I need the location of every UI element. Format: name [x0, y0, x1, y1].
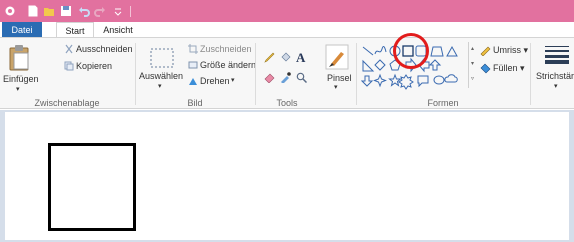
star-five-shape-icon: [388, 73, 402, 87]
fill-label: Füllen: [493, 63, 518, 73]
scissors-icon[interactable]: [64, 44, 74, 54]
paste-dropdown-icon[interactable]: ▾: [16, 85, 20, 93]
crop-icon[interactable]: [188, 44, 198, 54]
rotate-icon[interactable]: [188, 76, 198, 86]
arrow-up-shape-icon: [428, 59, 442, 71]
resize-icon[interactable]: [188, 60, 198, 70]
group-separator: [530, 43, 531, 105]
rotate-dropdown-icon[interactable]: ▾: [231, 76, 235, 84]
undo-icon[interactable]: [78, 5, 90, 17]
copy-icon[interactable]: [64, 61, 74, 71]
outline-button[interactable]: Umriss ▾: [493, 45, 528, 56]
paste-icon[interactable]: [8, 44, 32, 72]
polygon-shape-icon: [430, 46, 444, 57]
ribbon-tabs: Datei Start Ansicht: [0, 22, 574, 38]
title-bar: [0, 0, 574, 22]
stroke-size-dropdown-icon[interactable]: ▾: [554, 82, 558, 90]
diamond-shape-icon: [374, 59, 386, 71]
stroke-size-label[interactable]: Strichstärke: [536, 71, 574, 81]
stroke-size-icon[interactable]: [545, 45, 569, 65]
callout-cloud-shape-icon: [444, 74, 458, 83]
text-tool-icon[interactable]: A: [296, 50, 305, 66]
tools-group-label: Tools: [276, 98, 298, 108]
group-separator: [255, 43, 256, 105]
tab-view[interactable]: Ansicht: [98, 22, 138, 38]
eraser-icon[interactable]: [264, 72, 275, 83]
select-icon[interactable]: [150, 48, 174, 68]
customize-menu-icon[interactable]: [112, 5, 124, 17]
paint-app-icon[interactable]: [4, 5, 16, 17]
open-icon[interactable]: [43, 5, 55, 17]
select-dropdown-icon[interactable]: ▾: [158, 82, 162, 90]
star-four-shape-icon: [373, 73, 387, 88]
group-separator: [135, 43, 136, 105]
drawing-canvas[interactable]: [5, 112, 569, 240]
shapes-scroll[interactable]: ▴ ▾ ▿: [468, 42, 476, 88]
rectangle-tool-highlight: [393, 33, 429, 69]
pencil-icon[interactable]: [264, 52, 275, 63]
drawn-rectangle[interactable]: [48, 143, 136, 231]
crop-button[interactable]: Zuschneiden: [200, 44, 252, 54]
save-icon[interactable]: [60, 5, 72, 17]
group-separator: [356, 43, 357, 105]
triangle-shape-icon: [446, 45, 458, 57]
fill-button[interactable]: Füllen ▾: [493, 63, 525, 74]
shapes-group-label: Formen: [427, 98, 459, 108]
brush-dropdown-icon[interactable]: ▾: [334, 83, 338, 91]
canvas-area: [0, 110, 574, 242]
select-button-label[interactable]: Auswählen: [139, 71, 183, 81]
new-file-icon[interactable]: [27, 5, 39, 17]
fill-bucket-icon[interactable]: [280, 52, 291, 63]
cut-button[interactable]: Ausschneiden: [76, 44, 133, 54]
clipboard-group-label: Zwischenablage: [34, 98, 100, 108]
fill-icon[interactable]: [479, 62, 491, 74]
right-triangle-shape-icon: [362, 59, 375, 72]
star-six-shape-icon: [398, 74, 414, 90]
brush-button-label[interactable]: Pinsel: [327, 73, 352, 83]
curve-shape-icon: [374, 46, 387, 55]
arrow-down-shape-icon: [361, 75, 374, 87]
rotate-button[interactable]: Drehen: [200, 76, 230, 86]
brush-icon[interactable]: [325, 44, 349, 70]
magnifier-icon[interactable]: [296, 72, 307, 83]
callout-oval-shape-icon: [433, 75, 445, 85]
callout-rect-shape-icon: [417, 75, 429, 88]
redo-icon[interactable]: [94, 5, 106, 17]
ribbon: Einfügen ▾ Ausschneiden Kopieren Zwische…: [0, 37, 574, 109]
tab-file[interactable]: Datei: [2, 22, 42, 38]
outline-icon[interactable]: [479, 44, 491, 56]
tab-start[interactable]: Start: [56, 22, 94, 38]
resize-button[interactable]: Größe ändern: [200, 60, 256, 70]
paste-button-label[interactable]: Einfügen: [3, 74, 39, 84]
copy-button[interactable]: Kopieren: [76, 61, 112, 71]
title-separator: [130, 6, 131, 17]
image-group-label: Bild: [187, 98, 203, 108]
outline-label: Umriss: [493, 45, 521, 55]
color-picker-icon[interactable]: [280, 72, 291, 83]
line-shape-icon: [362, 46, 374, 56]
